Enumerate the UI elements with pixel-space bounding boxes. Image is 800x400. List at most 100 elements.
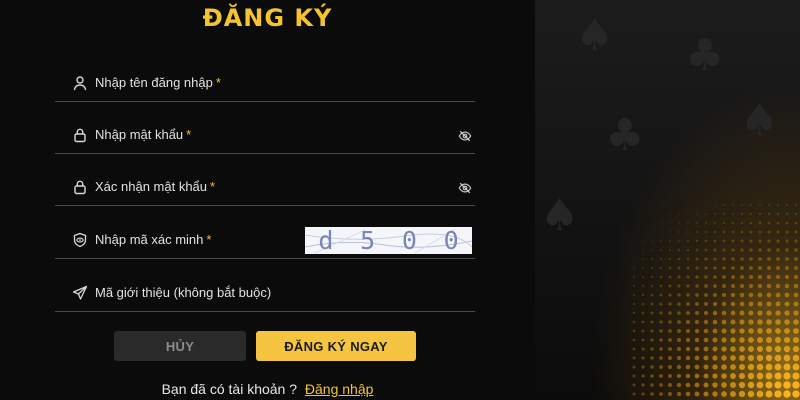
- glitter-dot: [704, 257, 708, 261]
- glitter-dot: [757, 310, 763, 316]
- glitter-dot: [712, 337, 718, 343]
- glitter-dot: [677, 239, 681, 243]
- username-field[interactable]: Nhập tên đăng nhập*: [55, 57, 475, 102]
- glitter-dot: [783, 345, 791, 353]
- glitter-dot: [765, 363, 773, 371]
- glitter-dot: [685, 391, 691, 397]
- page-title: ĐĂNG KÝ: [202, 4, 333, 32]
- glitter-dot: [650, 383, 654, 387]
- captcha-input[interactable]: [95, 230, 295, 250]
- glitter-dot: [703, 310, 709, 316]
- glitter-dot: [739, 355, 745, 361]
- eye-off-icon[interactable]: [458, 181, 472, 195]
- glitter-dot: [659, 320, 663, 324]
- glitter-dot: [696, 222, 698, 224]
- glitter-dot: [695, 230, 699, 234]
- glitter-dot: [766, 301, 772, 307]
- glitter-dot: [705, 213, 707, 215]
- glitter-dot: [774, 336, 782, 344]
- glitter-dot: [659, 383, 663, 387]
- captcha-char: 0: [443, 227, 459, 254]
- glitter-dot: [676, 391, 682, 397]
- glitter-dot: [776, 248, 780, 252]
- glitter-dot: [730, 310, 736, 316]
- glitter-dot: [747, 390, 755, 398]
- glitter-dot: [721, 301, 727, 307]
- glitter-dot: [784, 301, 790, 307]
- eye-off-icon[interactable]: [458, 129, 472, 143]
- glitter-dot: [713, 248, 717, 252]
- glitter-dot: [738, 390, 746, 398]
- glitter-dot: [705, 204, 707, 206]
- glitter-dots-decoration: [632, 203, 800, 398]
- glitter-dot: [669, 222, 671, 224]
- glitter-dot: [667, 391, 673, 397]
- glitter-dot: [721, 319, 727, 325]
- glitter-dot: [766, 337, 772, 343]
- glitter-dot: [783, 381, 791, 389]
- glitter-dot: [632, 338, 636, 342]
- glitter-dot: [767, 239, 771, 243]
- glitter-dot: [784, 292, 790, 298]
- glitter-dot: [758, 248, 762, 252]
- referral-field[interactable]: Mã giới thiệu (không bắt buộc): [55, 267, 475, 312]
- glitter-dot: [695, 266, 699, 270]
- glitter-dot: [642, 267, 644, 269]
- glitter-dot: [784, 319, 790, 325]
- glitter-dot: [687, 213, 689, 215]
- register-button[interactable]: ĐĂNG KÝ NGAY: [256, 331, 416, 361]
- glitter-dot: [756, 354, 764, 362]
- password-input[interactable]: [95, 125, 415, 145]
- cancel-button[interactable]: HỦY: [114, 331, 246, 361]
- decorative-side-panel: ♠ ♣ ♠ ♣ ♠: [535, 0, 800, 400]
- referral-input[interactable]: [95, 283, 415, 303]
- glitter-dot: [785, 239, 789, 243]
- confirm-password-input[interactable]: [95, 177, 415, 197]
- glitter-dot: [677, 320, 681, 324]
- glitter-dot: [757, 319, 763, 325]
- glitter-dot: [641, 356, 645, 360]
- glitter-dot: [632, 392, 636, 396]
- glitter-dot: [731, 212, 735, 216]
- glitter-dot: [748, 274, 754, 280]
- glitter-dot: [766, 328, 772, 334]
- login-link[interactable]: Đăng nhập: [305, 381, 374, 397]
- glitter-dot: [732, 204, 734, 206]
- glitter-dot: [668, 275, 672, 279]
- glitter-dot: [765, 390, 773, 398]
- confirm-password-field[interactable]: Xác nhận mật khẩu *: [55, 161, 475, 206]
- glitter-dot: [686, 239, 690, 243]
- glitter-dot: [668, 248, 672, 252]
- glitter-dot: [739, 301, 745, 307]
- glitter-dot: [632, 347, 636, 351]
- lock-icon: [74, 128, 86, 143]
- glitter-dot: [712, 364, 718, 370]
- glitter-dot: [686, 248, 690, 252]
- glitter-dot: [685, 382, 691, 388]
- glitter-dot: [703, 364, 709, 370]
- glitter-dot: [730, 328, 736, 334]
- glitter-dot: [740, 275, 744, 279]
- glitter-dot: [721, 382, 727, 388]
- glitter-dot: [792, 372, 800, 380]
- glitter-dot: [739, 292, 745, 298]
- glitter-dot: [676, 373, 682, 379]
- glitter-dot: [659, 347, 663, 351]
- captcha-image[interactable]: d 5 0 0: [305, 227, 472, 254]
- glitter-dot: [704, 239, 708, 243]
- glitter-dot: [686, 293, 690, 297]
- glitter-dot: [668, 329, 672, 333]
- glitter-dot: [775, 301, 781, 307]
- glitter-dot: [730, 391, 736, 397]
- username-input[interactable]: [95, 73, 415, 93]
- glitter-dot: [651, 231, 653, 233]
- glitter-dot: [767, 230, 771, 234]
- glitter-dot: [723, 204, 725, 206]
- glitter-dot: [695, 293, 699, 297]
- password-field[interactable]: Nhập mật khẩu *: [55, 109, 475, 154]
- glitter-dot: [641, 392, 645, 396]
- glitter-dot: [660, 240, 662, 242]
- glitter-dot: [650, 329, 654, 333]
- glitter-dot: [784, 328, 790, 334]
- glitter-dot: [757, 274, 763, 280]
